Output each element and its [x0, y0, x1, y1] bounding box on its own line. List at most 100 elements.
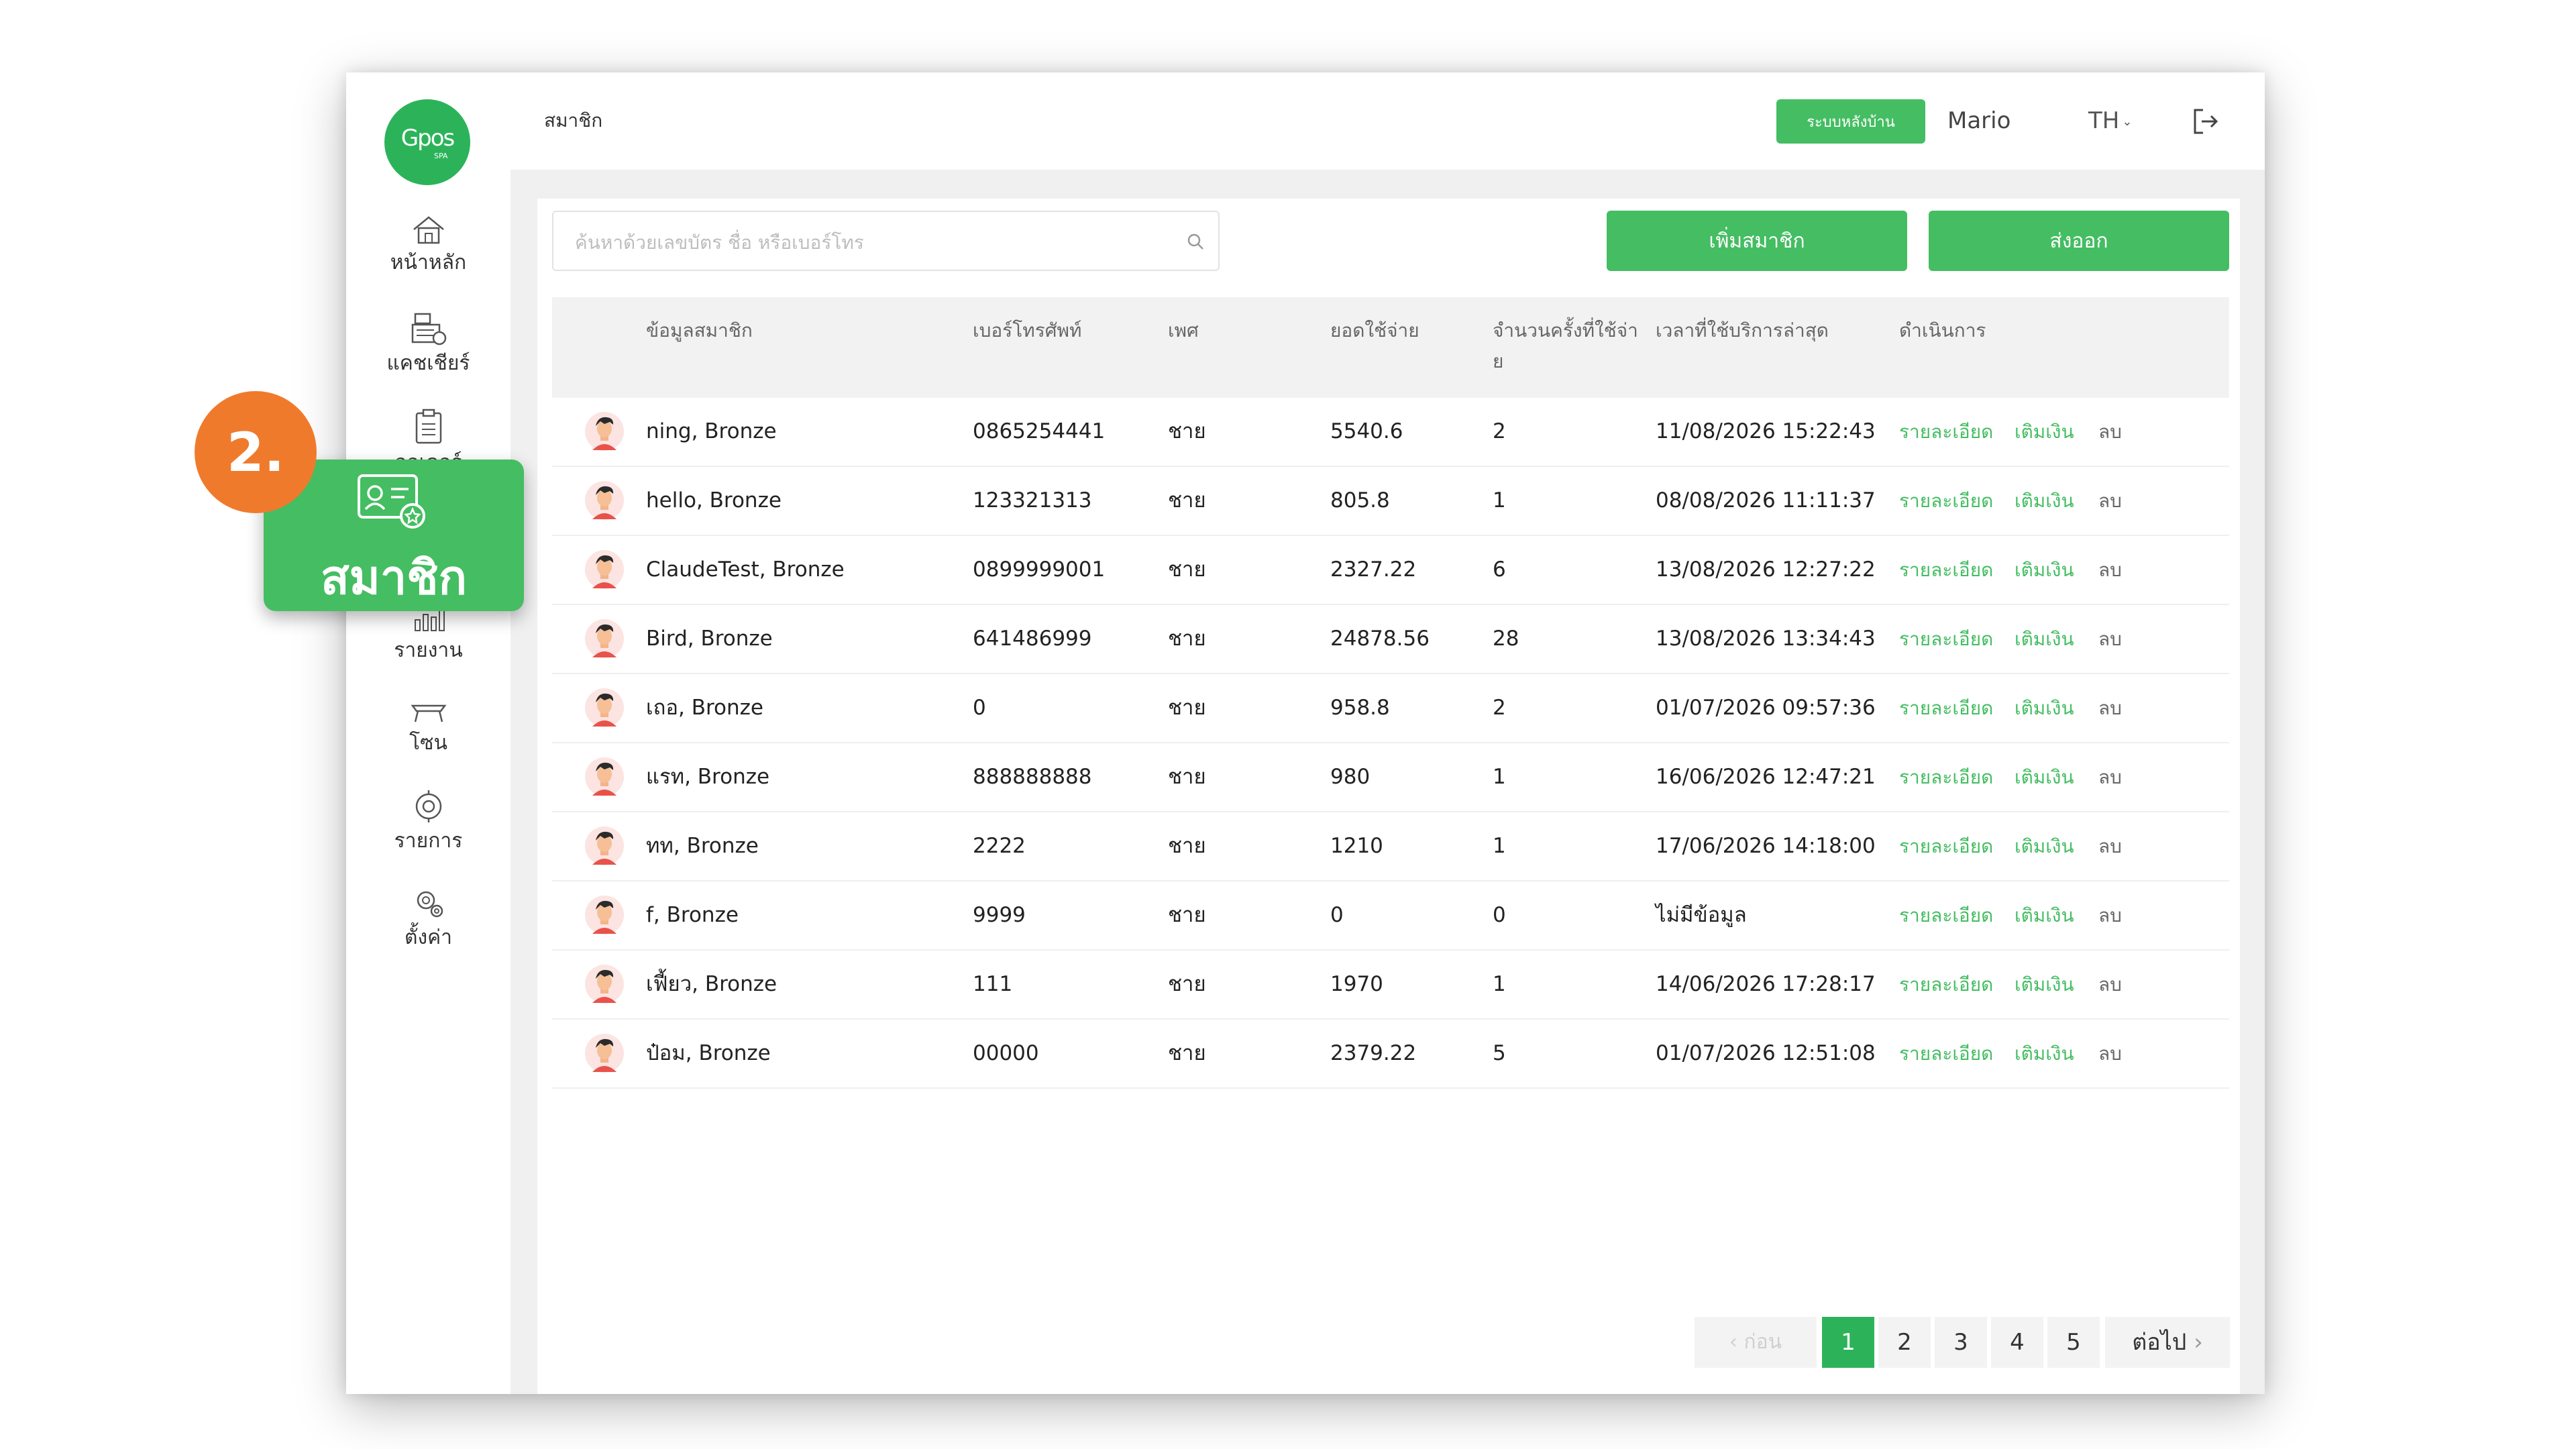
prev-page-button[interactable]: ‹ ก่อน [1695, 1317, 1817, 1368]
next-page-button[interactable]: ต่อไป › [2105, 1317, 2230, 1368]
table-row: แรท, Bronze 888888888 ชาย 980 1 16/06/2026 12… [552, 743, 2229, 812]
avatar-icon [585, 619, 624, 658]
gpos-logo[interactable]: Gpos SPA [384, 99, 470, 185]
detail-link[interactable]: รายละเอียด [1899, 605, 1993, 673]
phone-cell: 00000 [973, 1041, 1039, 1065]
logo-subtext: SPA [434, 152, 448, 160]
topup-link[interactable]: เติมเงิน [2015, 398, 2074, 466]
avatar-icon [585, 757, 624, 796]
header-member-info: ข้อมูลสมาชิก [646, 319, 753, 341]
sidebar-item-home[interactable]: หน้าหลัก [346, 215, 511, 278]
phone-cell: 111 [973, 972, 1013, 996]
member-name-cell: ClaudeTest, Bronze [646, 557, 845, 582]
avatar-icon [585, 688, 624, 727]
header-spending: ยอดใช้จ่าย [1330, 319, 1419, 341]
members-table-body: ning, Bronze 0865254441 ชาย 5540.6 2 11/08/20… [552, 398, 2229, 1089]
detail-link[interactable]: รายละเอียด [1899, 951, 1993, 1018]
service-list-icon [415, 790, 441, 822]
detail-link[interactable]: รายละเอียด [1899, 1020, 1993, 1087]
topup-link[interactable]: เติมเงิน [2015, 951, 2074, 1018]
spending-cell: 958.8 [1330, 696, 1390, 720]
page-button-3[interactable]: 3 [1935, 1317, 1987, 1368]
chevron-down-icon: ⌄ [2122, 115, 2133, 129]
visits-cell: 1 [1493, 765, 1506, 789]
members-panel: เพิ่มสมาชิก ส่งออก ข้อมูลสมาชิก เบอร์โทร… [537, 199, 2240, 1394]
visits-cell: 6 [1493, 557, 1506, 582]
search-icon[interactable] [1186, 232, 1205, 251]
topup-link[interactable]: เติมเงิน [2015, 605, 2074, 673]
detail-link[interactable]: รายละเอียด [1899, 467, 1993, 535]
pagination: ‹ ก่อน 1 2 3 4 5 ต่อไป › [1695, 1317, 2230, 1368]
member-name-cell: เถอ, Bronze [646, 696, 763, 720]
page-button-1[interactable]: 1 [1822, 1317, 1874, 1368]
delete-link[interactable]: ลบ [2098, 881, 2122, 949]
sidebar-item-zone[interactable]: โซน [346, 696, 511, 759]
visits-cell: 1 [1493, 488, 1506, 513]
detail-link[interactable]: รายละเอียด [1899, 398, 1993, 466]
detail-link[interactable]: รายละเอียด [1899, 743, 1993, 811]
backoffice-button[interactable]: ระบบหลังบ้าน [1776, 99, 1925, 144]
topup-link[interactable]: เติมเงิน [2015, 881, 2074, 949]
detail-link[interactable]: รายละเอียด [1899, 536, 1993, 604]
sidebar-item-services[interactable]: รายการ [346, 789, 511, 857]
delete-link[interactable]: ลบ [2098, 674, 2122, 742]
phone-cell: 641486999 [973, 627, 1092, 651]
sidebar-item-settings[interactable]: ตั้งค่า [346, 885, 511, 953]
delete-link[interactable]: ลบ [2098, 398, 2122, 466]
detail-link[interactable]: รายละเอียด [1899, 881, 1993, 949]
logout-button[interactable] [2190, 106, 2220, 140]
page-button-2[interactable]: 2 [1878, 1317, 1931, 1368]
page-button-4[interactable]: 4 [1991, 1317, 2043, 1368]
page-title: สมาชิก [544, 109, 603, 131]
phone-cell: 2222 [973, 834, 1026, 858]
avatar-icon [585, 1034, 624, 1073]
delete-link[interactable]: ลบ [2098, 743, 2122, 811]
table-row: ทท, Bronze 2222 ชาย 1210 1 17/06/2026 14:18:0… [552, 812, 2229, 881]
detail-link[interactable]: รายละเอียด [1899, 674, 1993, 742]
member-name-cell: f, Bronze [646, 903, 739, 927]
search-input[interactable] [574, 227, 1167, 258]
add-member-button[interactable]: เพิ่มสมาชิก [1607, 211, 1907, 271]
gear-icon [417, 891, 443, 918]
gender-cell: ชาย [1168, 972, 1206, 996]
export-button[interactable]: ส่งออก [1929, 211, 2229, 271]
delete-link[interactable]: ลบ [2098, 467, 2122, 535]
topup-link[interactable]: เติมเงิน [2015, 1020, 2074, 1087]
delete-link[interactable]: ลบ [2098, 1020, 2122, 1087]
topup-link[interactable]: เติมเงิน [2015, 674, 2074, 742]
delete-link[interactable]: ลบ [2098, 812, 2122, 880]
sidebar-item-label: โซน [409, 731, 447, 755]
topup-link[interactable]: เติมเงิน [2015, 536, 2074, 604]
topup-link[interactable]: เติมเงิน [2015, 467, 2074, 535]
page-button-5[interactable]: 5 [2047, 1317, 2100, 1368]
sidebar-item-label: รายการ [394, 829, 463, 853]
delete-link[interactable]: ลบ [2098, 536, 2122, 604]
last-service-cell: 13/08/2026 13:34:43 [1656, 627, 1876, 651]
topup-link[interactable]: เติมเงิน [2015, 743, 2074, 811]
table-header: ข้อมูลสมาชิก เบอร์โทรศัพท์ เพศ ยอดใช้จ่า… [552, 297, 2229, 398]
table-row: เฟี้ยว, Bronze 111 ชาย 1970 1 14/06/2026 17:2… [552, 951, 2229, 1020]
header-actions: ดำเนินการ [1899, 319, 1986, 341]
logout-icon [2194, 109, 2218, 134]
member-name-cell: เฟี้ยว, Bronze [646, 972, 777, 996]
topup-link[interactable]: เติมเงิน [2015, 812, 2074, 880]
table-row: Bird, Bronze 641486999 ชาย 24878.56 28 13/08/… [552, 605, 2229, 674]
chevron-left-icon: ‹ [1729, 1330, 1744, 1354]
gender-cell: ชาย [1168, 834, 1206, 858]
delete-link[interactable]: ลบ [2098, 951, 2122, 1018]
detail-link[interactable]: รายละเอียด [1899, 812, 1993, 880]
spending-cell: 5540.6 [1330, 419, 1403, 443]
language-selector[interactable]: TH ⌄ [2088, 107, 2132, 134]
table-row: ning, Bronze 0865254441 ชาย 5540.6 2 11/08/20… [552, 398, 2229, 467]
member-name-cell: Bird, Bronze [646, 627, 773, 651]
prev-page-label: ก่อน [1743, 1330, 1782, 1354]
avatar-icon [585, 826, 624, 865]
member-name-cell: hello, Bronze [646, 488, 782, 513]
sidebar-item-cashier[interactable]: แคชเชียร์ [346, 311, 511, 379]
home-icon [413, 216, 444, 244]
spending-cell: 0 [1330, 903, 1344, 927]
language-value: TH [2088, 107, 2120, 134]
spending-cell: 2379.22 [1330, 1041, 1417, 1065]
gender-cell: ชาย [1168, 1041, 1206, 1065]
delete-link[interactable]: ลบ [2098, 605, 2122, 673]
